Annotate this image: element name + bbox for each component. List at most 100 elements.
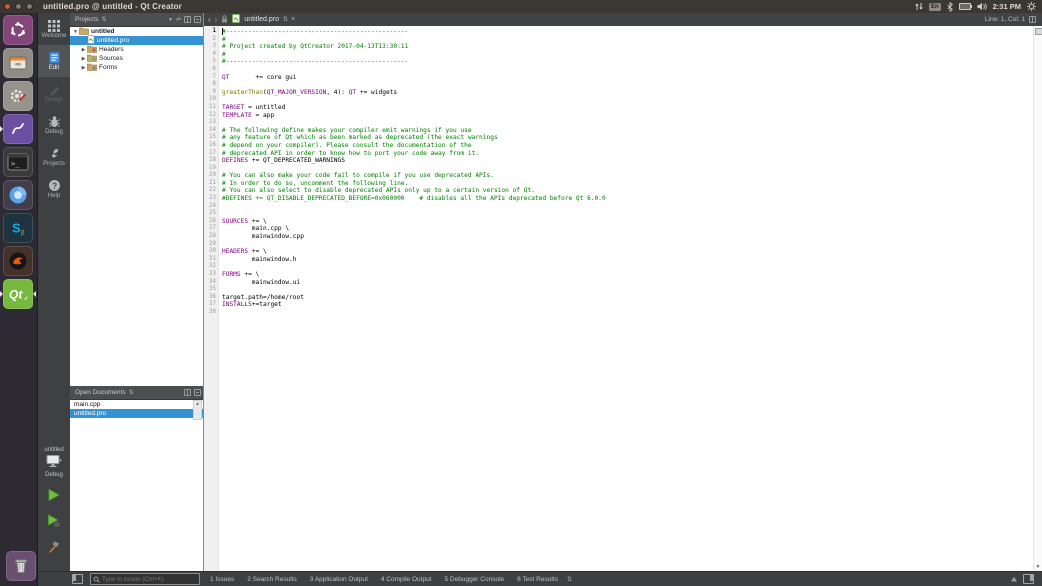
split-panel-icon[interactable]	[184, 16, 191, 23]
network-icon[interactable]	[915, 2, 923, 11]
session-gear-icon[interactable]	[1027, 2, 1036, 11]
focused-indicator	[33, 291, 36, 297]
annotation-settings-icon[interactable]	[1035, 28, 1042, 35]
output-pane-arrows-icon[interactable]: ⇅	[567, 576, 571, 583]
line-number: 32	[204, 263, 218, 271]
locator-field[interactable]	[90, 573, 200, 585]
go-back-icon[interactable]: ‹	[208, 15, 211, 25]
status-bar: 1 Issues 2 Search Results 3 Application Ou…	[38, 571, 1042, 586]
mode-label: Design	[45, 97, 64, 103]
right-sidebar-toggle-icon[interactable]	[1023, 574, 1034, 584]
file-combo-icon[interactable]: ⇅	[283, 16, 287, 23]
window-maximize-button[interactable]	[26, 3, 33, 10]
code-line: FORMS += \	[222, 271, 1033, 279]
kit-build-config[interactable]: Debug	[45, 472, 63, 478]
code-line: INSTALLS+=target	[222, 301, 1033, 309]
code-line: HEADERS += \	[222, 248, 1033, 256]
mode-label: Welcome	[42, 33, 67, 39]
mode-help[interactable]: ?Help	[38, 173, 70, 205]
line-number: 28	[204, 233, 218, 241]
tree-item-forms[interactable]: ▶Forms	[70, 63, 203, 72]
line-number: 10	[204, 96, 218, 104]
output-pane-1-issues[interactable]: 1 Issues	[210, 576, 234, 583]
terminal-icon[interactable]: >_	[3, 147, 33, 177]
split-editor-icon[interactable]	[1029, 16, 1036, 23]
qt-creator-icon[interactable]: Qt	[3, 279, 33, 309]
ubuntu-dash-icon[interactable]	[3, 15, 33, 45]
expand-arrow-icon[interactable]: ▶	[80, 56, 87, 62]
open-document-untitled-pro[interactable]: untitled.pro	[70, 409, 203, 418]
line-number: 5	[204, 58, 218, 66]
panel-combo-icon[interactable]: ⇅	[129, 389, 133, 396]
line-number: 11	[204, 104, 218, 112]
line-number: 25	[204, 210, 218, 218]
line-number: 31	[204, 256, 218, 264]
svg-text:S: S	[12, 221, 21, 236]
code-line: #---------------------------------------…	[222, 28, 1033, 36]
output-pane-5-debugger-console[interactable]: 5 Debugger Console	[445, 576, 505, 583]
line-number: 7	[204, 74, 218, 82]
close-panel-icon[interactable]	[194, 389, 201, 396]
trash-icon[interactable]	[6, 551, 36, 581]
run-button[interactable]	[47, 488, 61, 504]
close-document-icon[interactable]: ×	[291, 16, 295, 23]
code-line: QT += core gui	[222, 74, 1033, 82]
running-indicator	[0, 126, 3, 132]
split-panel-icon[interactable]	[184, 389, 191, 396]
line-number: 30	[204, 248, 218, 256]
open-documents-scrollbar[interactable]: ▲	[193, 400, 202, 420]
output-pane-2-search-results[interactable]: 2 Search Results	[247, 576, 297, 583]
unity-launcher: >_ Sβ Qt	[0, 13, 38, 586]
mode-projects[interactable]: Projects	[38, 141, 70, 173]
mode-label: Debug	[45, 129, 63, 135]
web-browser-icon[interactable]	[3, 180, 33, 210]
line-number: 15	[204, 134, 218, 142]
editor-scrollbar[interactable]: ▼	[1033, 26, 1042, 571]
clock[interactable]: 2:31 PM	[993, 2, 1021, 11]
tree-item-label: Sources	[99, 55, 123, 62]
left-sidebar-toggle-icon[interactable]	[72, 574, 83, 584]
battery-icon[interactable]	[959, 3, 971, 10]
panel-combo-icon[interactable]: ⇅	[101, 16, 105, 23]
output-pane-3-application-output[interactable]: 3 Application Output	[310, 576, 368, 583]
projects-mode-icon	[48, 147, 61, 160]
output-pane-4-compile-output[interactable]: 4 Compile Output	[381, 576, 432, 583]
firebird-chat-icon[interactable]	[3, 246, 33, 276]
code-line: TARGET = untitled	[222, 104, 1033, 112]
expand-arrow-icon[interactable]: ▶	[80, 65, 87, 71]
open-documents-title: Open Documents	[75, 389, 126, 396]
kit-target-icon[interactable]	[46, 455, 62, 470]
build-hammer-icon[interactable]	[48, 540, 61, 555]
open-file-selector[interactable]: untitled.pro	[244, 16, 279, 23]
mode-welcome[interactable]: Welcome	[38, 13, 70, 45]
go-forward-icon[interactable]: ›	[215, 15, 218, 25]
volume-icon[interactable]	[977, 2, 987, 11]
expand-arrow-icon[interactable]: ▼	[72, 29, 79, 35]
window-close-button[interactable]	[4, 3, 11, 10]
kit-project-name: untitled	[44, 447, 63, 453]
locator-input[interactable]	[102, 576, 192, 583]
code-editor[interactable]: 1234567891011121314151617181920212223242…	[204, 26, 1033, 571]
output-pane-8-test-results[interactable]: 8 Test Results	[517, 576, 558, 583]
skype-icon[interactable]: Sβ	[3, 213, 33, 243]
sync-with-editor-icon[interactable]: ⇌	[176, 16, 181, 23]
open-documents-list: main.cppuntitled.pro	[70, 400, 203, 418]
mode-label: Projects	[43, 161, 65, 167]
close-panel-icon[interactable]	[194, 16, 201, 23]
system-settings-icon[interactable]	[3, 81, 33, 111]
mode-edit[interactable]: Edit	[38, 45, 70, 77]
open-document-main-cpp[interactable]: main.cpp	[70, 400, 203, 409]
window-minimize-button[interactable]	[15, 3, 22, 10]
mode-debug[interactable]: Debug	[38, 109, 70, 141]
code-line: #DEFINES += QT_DISABLE_DEPRECATED_BEFORE…	[222, 195, 1033, 203]
expand-arrow-icon[interactable]: ▶	[80, 47, 87, 53]
svg-text:β: β	[21, 231, 25, 237]
drawing-app-icon[interactable]	[3, 114, 33, 144]
code-line: # The following define makes your compil…	[222, 127, 1033, 135]
keyboard-layout-indicator[interactable]: En	[929, 3, 941, 11]
scroll-down-icon[interactable]: ▼	[1034, 564, 1042, 570]
filter-icon[interactable]: ▼	[168, 17, 173, 23]
file-manager-icon[interactable]	[3, 48, 33, 78]
debug-run-button[interactable]	[47, 514, 61, 530]
bluetooth-icon[interactable]	[947, 2, 953, 12]
